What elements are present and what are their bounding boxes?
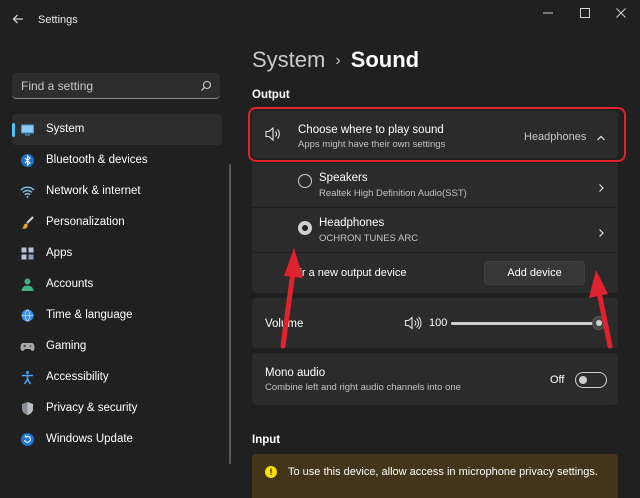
device-detail: OCHRON TUNES ARC [319,233,419,244]
monitor-icon [20,122,35,137]
sidebar-item-label: System [46,123,85,135]
sidebar-item-personalization[interactable]: Personalization [12,207,222,238]
minimize-icon[interactable] [538,6,558,24]
sidebar-item-label: Time & language [46,309,133,321]
device-name: Headphones [319,217,385,229]
mono-audio-title: Mono audio [265,367,326,379]
device-name: Speakers [319,172,368,184]
wifi-icon [20,184,35,199]
update-icon [20,432,35,447]
volume-value: 100 [429,317,448,329]
sidebar-item-privacy[interactable]: Privacy & security [12,393,222,424]
sidebar-item-label: Windows Update [46,433,133,445]
accessibility-icon [20,370,35,385]
breadcrumb-parent[interactable]: System [252,47,325,72]
volume-slider-fill [451,322,599,325]
breadcrumb: System › Sound [252,47,419,73]
brush-icon [20,215,35,230]
apps-icon [20,246,35,261]
main-content: System › Sound Output Choose where to play… [240,40,640,498]
volume-slider[interactable] [451,322,599,325]
microphone-warning-banner: ! To use this device, allow access in mi… [252,454,618,498]
sidebar-item-accounts[interactable]: Accounts [12,269,222,300]
sidebar-item-label: Network & internet [46,185,141,197]
search-icon[interactable] [200,79,212,91]
sidebar-item-system[interactable]: System [12,114,222,145]
microphone-warning-text: To use this device, allow access in micr… [288,466,598,478]
sidebar-nav: System Bluetooth & devices Network & int… [12,114,222,455]
shield-icon [20,401,35,416]
mono-audio-state: Off [550,374,565,386]
sidebar-item-gaming[interactable]: Gaming [12,331,222,362]
mono-audio-row: Mono audio Combine left and right audio … [252,353,618,405]
mono-audio-toggle[interactable] [575,372,607,388]
volume-row: Volume 100 [252,298,618,348]
sidebar-item-accessibility[interactable]: Accessibility [12,362,222,393]
pair-device-label: Pair a new output device [286,267,407,279]
output-device-speakers[interactable]: Speakers Realtek High Definition Audio(S… [252,163,618,207]
headphones-radio[interactable] [298,221,312,235]
output-section-title: Output [252,89,290,101]
gamepad-icon [20,339,35,354]
output-device-headphones[interactable]: Headphones OCHRON TUNES ARC [252,208,618,252]
close-icon[interactable] [611,6,631,24]
chevron-right-icon[interactable] [596,180,606,192]
search-placeholder: Find a setting [21,79,94,93]
sidebar-item-label: Personalization [46,216,125,228]
page-title: Sound [350,47,420,72]
sidebar-scrollbar[interactable] [229,164,231,464]
volume-icon[interactable] [404,316,422,335]
sidebar-item-label: Gaming [46,340,87,352]
title-bar: Settings [0,0,640,40]
sidebar-item-label: Apps [46,247,73,259]
maximize-icon[interactable] [575,6,595,24]
chevron-right-icon[interactable] [596,225,606,237]
person-icon [20,277,35,292]
annotation-arrow-left [280,248,303,349]
sidebar-item-bluetooth[interactable]: Bluetooth & devices [12,145,222,176]
pair-device-row: Pair a new output device Add device [252,253,618,293]
sidebar-item-label: Bluetooth & devices [46,154,148,166]
sidebar-item-apps[interactable]: Apps [12,238,222,269]
annotation-highlight-box [248,107,626,162]
warning-icon: ! [265,466,277,478]
device-detail: Realtek High Definition Audio(SST) [319,188,467,199]
breadcrumb-separator: › [335,52,341,69]
input-section-title: Input [252,434,281,446]
annotation-arrow-right [589,270,613,349]
sidebar-item-label: Accounts [46,278,94,290]
sidebar-item-label: Privacy & security [46,402,138,414]
speakers-radio[interactable] [298,174,312,188]
search-input[interactable]: Find a setting [12,73,220,99]
add-device-button[interactable]: Add device [484,261,585,285]
sidebar-item-windows-update[interactable]: Windows Update [12,424,222,455]
sidebar-item-label: Accessibility [46,371,109,383]
globe-clock-icon [20,308,35,323]
sidebar-item-network[interactable]: Network & internet [12,176,222,207]
back-arrow-icon[interactable] [10,12,26,28]
mono-audio-subtitle: Combine left and right audio channels in… [265,382,461,393]
sidebar-item-time-language[interactable]: Time & language [12,300,222,331]
app-title: Settings [38,14,78,26]
bluetooth-icon [20,153,35,168]
